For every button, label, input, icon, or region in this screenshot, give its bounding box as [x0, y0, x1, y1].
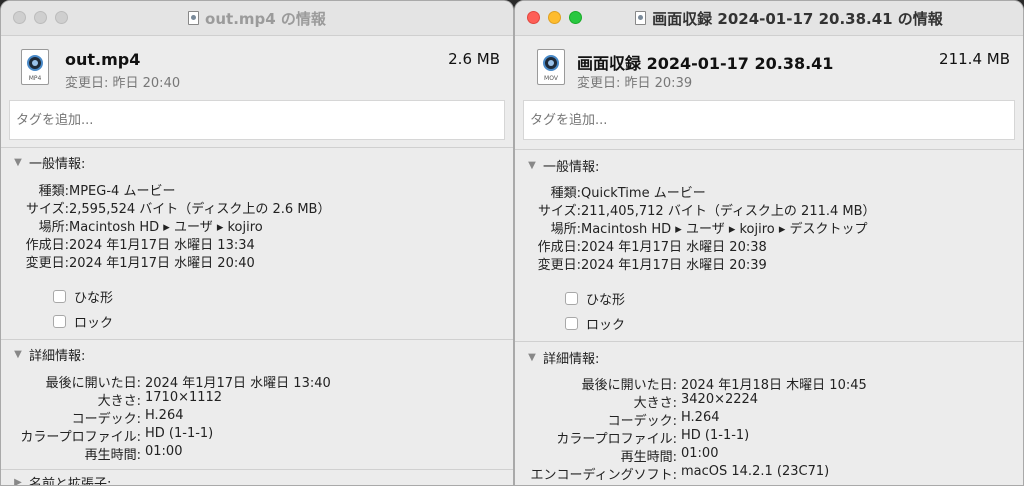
zoom-button[interactable]	[55, 11, 68, 24]
window-title-text: 画面収録 2024-01-17 20.38.41 の情報	[652, 9, 943, 28]
info-row-duration: 再生時間: 01:00	[84, 444, 183, 463]
info-row-color-profile: カラープロファイル: HD (1-1-1)	[20, 426, 214, 445]
more-info-title: 詳細情報:	[543, 352, 600, 367]
quicktime-file-icon: MOV	[537, 49, 565, 85]
info-row-kind: 種類: QuickTime ムービー	[550, 186, 706, 201]
quicktime-file-icon: MP4	[21, 49, 49, 85]
info-row-last-opened: 最後に開いた日: 2024 年1月18日 木曜日 10:45	[581, 378, 867, 393]
info-row-created: 作成日: 2024 年1月17日 水曜日 13:34	[25, 238, 255, 253]
window-title: out.mp4 の情報	[188, 8, 326, 29]
close-button[interactable]	[13, 11, 26, 24]
divider	[515, 149, 1023, 150]
chevron-down-icon: ▼	[528, 352, 536, 363]
file-size: 2.6 MB	[448, 50, 500, 68]
locked-checkbox[interactable]: ロック	[565, 314, 625, 333]
chevron-down-icon: ▼	[528, 160, 536, 171]
more-info-title: 詳細情報:	[29, 349, 86, 364]
chevron-down-icon: ▼	[14, 157, 22, 168]
window-controls	[527, 11, 582, 24]
info-row-last-opened: 最後に開いた日: 2024 年1月17日 水曜日 13:40	[45, 376, 331, 391]
title-bar[interactable]: out.mp4 の情報	[1, 1, 513, 36]
file-extension-label: MOV	[544, 75, 558, 82]
info-row-duration: 再生時間: 01:00	[620, 446, 719, 465]
info-row-location: 場所: Macintosh HD ▸ ユーザ ▸ kojiro ▸ デスクトップ	[550, 222, 868, 237]
divider	[515, 341, 1023, 342]
info-row-created: 作成日: 2024 年1月17日 水曜日 20:38	[537, 240, 767, 255]
info-row-dimensions: 大きさ: 3420×2224	[633, 392, 759, 411]
stationery-label: ひな形	[74, 291, 114, 306]
general-info-title: 一般情報:	[543, 160, 600, 175]
tags-input[interactable]	[523, 100, 1015, 140]
file-modified-date: 変更日: 昨日 20:40	[65, 76, 181, 91]
stationery-checkbox[interactable]: ひな形	[565, 289, 625, 308]
stationery-label: ひな形	[586, 293, 626, 308]
chevron-down-icon: ▼	[14, 349, 22, 360]
file-header: MOV 画面収録 2024-01-17 20.38.41 211.4 MB 変更…	[515, 36, 1023, 98]
info-row-dimensions: 大きさ: 1710×1112	[97, 390, 223, 409]
general-info-title: 一般情報:	[29, 157, 86, 172]
more-info-section-toggle[interactable]: ▼ 詳細情報:	[13, 345, 85, 364]
name-extension-title: 名前と拡張子:	[29, 477, 112, 486]
stationery-checkbox[interactable]: ひな形	[53, 287, 113, 306]
info-row-encoding-software: エンコーディングソフト: macOS 14.2.1 (23C71)	[530, 464, 830, 483]
minimize-button[interactable]	[34, 11, 47, 24]
close-button[interactable]	[527, 11, 540, 24]
file-size: 211.4 MB	[939, 50, 1010, 68]
locked-label: ロック	[586, 318, 626, 333]
info-window-out-mp4: out.mp4 の情報 MP4 out.mp4 2.6 MB 変更日: 昨日 2…	[0, 0, 514, 486]
window-controls	[13, 11, 68, 24]
info-row-color-profile: カラープロファイル: HD (1-1-1)	[556, 428, 750, 447]
divider	[1, 147, 513, 148]
movie-file-icon	[635, 11, 647, 25]
info-row-codec: コーデック: H.264	[607, 410, 720, 429]
chevron-right-icon: ▶	[14, 477, 22, 486]
info-row-modified: 変更日: 2024 年1月17日 水曜日 20:40	[25, 256, 255, 271]
title-bar[interactable]: 画面収録 2024-01-17 20.38.41 の情報	[515, 1, 1023, 36]
info-row-kind: 種類: MPEG-4 ムービー	[38, 184, 176, 199]
movie-file-icon	[188, 11, 200, 25]
zoom-button[interactable]	[569, 11, 582, 24]
name-extension-section-toggle[interactable]: ▶ 名前と拡張子:	[13, 473, 112, 486]
file-extension-label: MP4	[28, 75, 42, 82]
tags-input[interactable]	[9, 100, 505, 140]
info-row-codec: コーデック: H.264	[71, 408, 184, 427]
locked-label: ロック	[74, 316, 114, 331]
info-row-size: サイズ: 2,595,524 バイト（ディスク上の 2.6 MB）	[26, 202, 331, 217]
more-info-section-toggle[interactable]: ▼ 詳細情報:	[527, 348, 599, 367]
file-modified-date: 変更日: 昨日 20:39	[577, 76, 693, 91]
file-name: 画面収録 2024-01-17 20.38.41	[577, 54, 834, 73]
window-title: 画面収録 2024-01-17 20.38.41 の情報	[635, 8, 943, 29]
locked-checkbox[interactable]: ロック	[53, 312, 113, 331]
file-name: out.mp4	[65, 50, 141, 69]
file-header: MP4 out.mp4 2.6 MB 変更日: 昨日 20:40	[1, 36, 513, 98]
general-info-section-toggle[interactable]: ▼ 一般情報:	[13, 153, 85, 172]
window-title-text: out.mp4 の情報	[205, 9, 326, 28]
minimize-button[interactable]	[548, 11, 561, 24]
divider	[1, 339, 513, 340]
info-row-size: サイズ: 211,405,712 バイト（ディスク上の 211.4 MB）	[538, 204, 876, 219]
divider	[1, 469, 513, 470]
info-row-location: 場所: Macintosh HD ▸ ユーザ ▸ kojiro	[38, 220, 263, 235]
info-window-screen-recording: 画面収録 2024-01-17 20.38.41 の情報 MOV 画面収録 20…	[514, 0, 1024, 486]
general-info-section-toggle[interactable]: ▼ 一般情報:	[527, 156, 599, 175]
info-row-modified: 変更日: 2024 年1月17日 水曜日 20:39	[537, 258, 767, 273]
